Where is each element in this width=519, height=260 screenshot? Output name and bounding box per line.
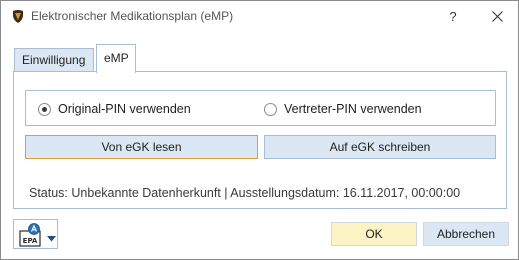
close-icon xyxy=(491,11,503,22)
radio-vertreter-pin[interactable]: Vertreter-PIN verwenden xyxy=(264,101,422,117)
radio-unchecked-icon xyxy=(264,102,277,116)
cancel-button[interactable]: Abbrechen xyxy=(423,222,509,246)
chevron-down-icon xyxy=(47,231,56,245)
radio-original-pin[interactable]: Original-PIN verwenden xyxy=(38,101,191,117)
read-egk-button[interactable]: Von eGK lesen xyxy=(25,135,258,159)
radio-checked-icon xyxy=(38,102,51,116)
tab-einwilligung[interactable]: Einwilligung xyxy=(14,48,94,71)
write-egk-button[interactable]: Auf eGK schreiben xyxy=(264,135,496,159)
window-title: Elektronischer Medikationsplan (eMP) xyxy=(31,9,234,23)
epa-dropdown-button[interactable]: EPA xyxy=(13,219,58,249)
tab-emp[interactable]: eMP xyxy=(96,44,136,73)
title-bar[interactable]: Elektronischer Medikationsplan (eMP) ? xyxy=(1,1,518,32)
ok-button[interactable]: OK xyxy=(331,222,417,246)
dialog-window: Elektronischer Medikationsplan (eMP) ? E… xyxy=(0,0,519,260)
help-button[interactable]: ? xyxy=(433,1,473,32)
radio-original-pin-label: Original-PIN verwenden xyxy=(58,102,191,116)
epa-icon: EPA xyxy=(18,222,44,248)
pin-radio-group: Original-PIN verwenden Vertreter-PIN ver… xyxy=(25,90,496,126)
close-button[interactable] xyxy=(477,1,517,32)
epa-icon-text: EPA xyxy=(23,237,38,245)
status-text: Status: Unbekannte Datenherkunft | Ausst… xyxy=(29,186,461,200)
radio-vertreter-pin-label: Vertreter-PIN verwenden xyxy=(284,102,422,116)
app-logo-icon xyxy=(10,8,26,24)
